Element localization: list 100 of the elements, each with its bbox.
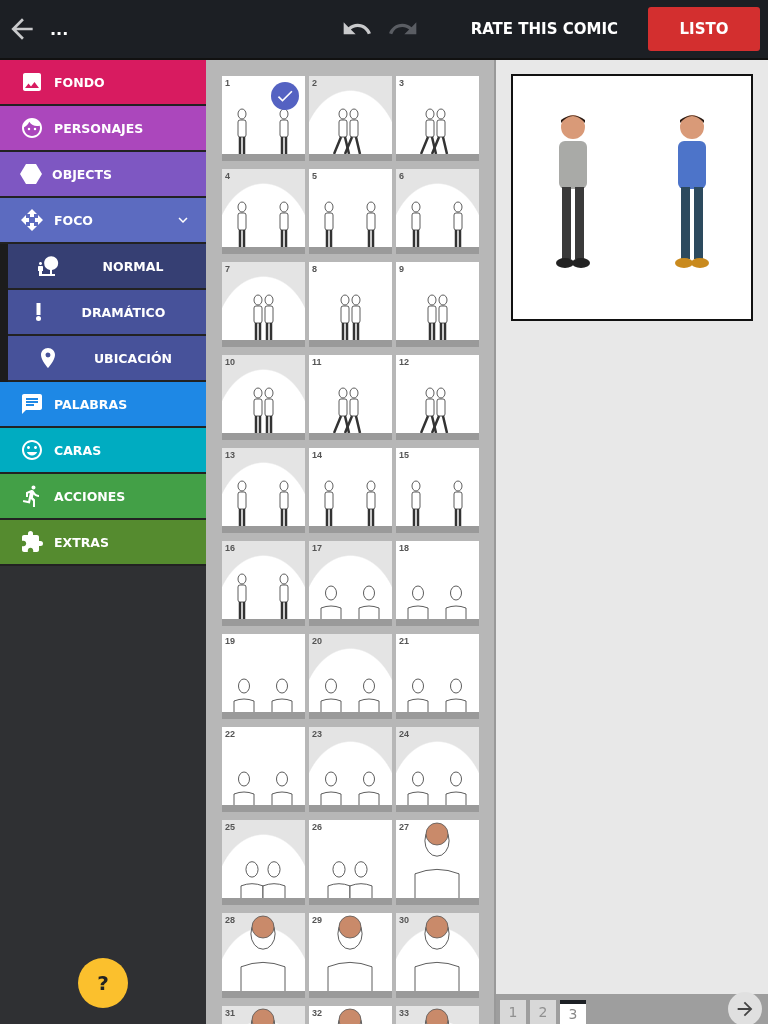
category-item[interactable]: FOCO	[0, 198, 206, 244]
layout-number: 9	[399, 264, 404, 274]
focus-option[interactable]: UBICACIÓN	[8, 336, 206, 382]
focus-option[interactable]: NORMAL	[8, 244, 206, 290]
layout-thumbnail[interactable]: 8	[309, 262, 392, 347]
layout-number: 11	[312, 357, 322, 367]
layout-number: 27	[399, 822, 409, 832]
face-icon	[20, 116, 44, 140]
layout-thumbnail[interactable]: 2	[309, 76, 392, 161]
layout-thumbnail[interactable]: 1	[222, 76, 305, 161]
figures-drawing	[237, 108, 289, 154]
layout-thumbnail[interactable]: 15	[396, 448, 479, 533]
layout-thumbnail[interactable]: 20	[309, 634, 392, 719]
layout-thumbnail[interactable]: 18	[396, 541, 479, 626]
figures-drawing	[333, 108, 362, 154]
figures-drawing	[320, 585, 380, 619]
layout-number: 21	[399, 636, 409, 646]
category-item[interactable]: PERSONAJES	[0, 106, 206, 152]
layout-thumbnail[interactable]: 27	[396, 820, 479, 905]
layout-number: 31	[225, 1008, 235, 1018]
layout-number: 29	[312, 915, 322, 925]
next-button[interactable]	[728, 992, 762, 1024]
category-item[interactable]: EXTRAS	[0, 520, 206, 566]
layout-thumbnail[interactable]: 16	[222, 541, 305, 626]
category-item[interactable]: PALABRAS	[0, 382, 206, 428]
layout-thumbnail[interactable]: 12	[396, 355, 479, 440]
layout-thumbnail[interactable]: 33	[396, 1006, 479, 1024]
figures-drawing	[237, 573, 289, 619]
layout-thumbnail[interactable]: 25	[222, 820, 305, 905]
figures-drawing	[237, 480, 289, 526]
layout-thumbnail[interactable]: 6	[396, 169, 479, 254]
layout-thumbnail[interactable]: 3	[396, 76, 479, 161]
layout-thumbnail[interactable]: 32	[309, 1006, 392, 1024]
figures-drawing	[324, 480, 376, 526]
layout-thumbnail[interactable]: 21	[396, 634, 479, 719]
focus-option[interactable]: DRAMÁTICO	[8, 290, 206, 336]
layout-number: 4	[225, 171, 230, 181]
layout-number: 17	[312, 543, 322, 553]
layout-number: 12	[399, 357, 409, 367]
layout-number: 18	[399, 543, 409, 553]
layout-number: 22	[225, 729, 235, 739]
move-icon	[20, 208, 44, 232]
puzzle-piece-icon	[20, 530, 44, 554]
layout-number: 13	[225, 450, 235, 460]
layout-thumbnail[interactable]: 9	[396, 262, 479, 347]
layout-number: 14	[312, 450, 322, 460]
category-item[interactable]: FONDO	[0, 60, 206, 106]
layout-thumbnail[interactable]: 11	[309, 355, 392, 440]
layout-number: 16	[225, 543, 235, 553]
figures-drawing	[411, 480, 463, 526]
layout-number: 20	[312, 636, 322, 646]
person-tree-icon	[36, 254, 60, 278]
figures-drawing	[253, 387, 274, 433]
layout-thumbnail[interactable]: 5	[309, 169, 392, 254]
layout-thumbnail[interactable]: 13	[222, 448, 305, 533]
layout-number: 15	[399, 450, 409, 460]
category-item[interactable]: ACCIONES	[0, 474, 206, 520]
layout-thumbnail[interactable]: 24	[396, 727, 479, 812]
layout-number: 2	[312, 78, 317, 88]
layout-number: 30	[399, 915, 409, 925]
exclamation-icon	[36, 303, 41, 321]
figures-drawing	[407, 585, 467, 619]
layout-number: 1	[225, 78, 230, 88]
layout-thumbnail[interactable]: 28	[222, 913, 305, 998]
figures-drawing	[253, 294, 274, 340]
layout-thumbnail[interactable]: 4	[222, 169, 305, 254]
figures-drawing	[240, 861, 286, 898]
page-tab[interactable]: 3	[560, 1000, 586, 1024]
layout-thumbnail[interactable]: 14	[309, 448, 392, 533]
category-item[interactable]: OBJECTS	[0, 152, 206, 198]
layout-thumbnail[interactable]: 26	[309, 820, 392, 905]
layout-number: 19	[225, 636, 235, 646]
layout-number: 7	[225, 264, 230, 274]
hexagon-icon	[20, 164, 42, 184]
layout-thumbnail[interactable]: 7	[222, 262, 305, 347]
layout-thumbnail[interactable]: 10	[222, 355, 305, 440]
figures-drawing	[320, 678, 380, 712]
done-button[interactable]: LISTO	[648, 7, 760, 51]
figures-drawing	[407, 678, 467, 712]
layout-thumbnail[interactable]: 30	[396, 913, 479, 998]
figures-drawing	[407, 771, 467, 805]
help-button[interactable]: ?	[78, 958, 128, 1008]
image-icon	[20, 70, 44, 94]
rate-comic-link[interactable]: RATE THIS COMIC	[470, 20, 618, 38]
layout-number: 23	[312, 729, 322, 739]
figures-drawing	[233, 771, 293, 805]
layout-thumbnail[interactable]: 19	[222, 634, 305, 719]
figures-drawing	[233, 678, 293, 712]
figures-drawing	[340, 294, 361, 340]
figures-drawing	[411, 201, 463, 247]
layout-thumbnail[interactable]: 22	[222, 727, 305, 812]
figures-drawing	[237, 201, 289, 247]
layout-thumbnail[interactable]: 17	[309, 541, 392, 626]
figures-drawing	[333, 387, 362, 433]
layout-number: 33	[399, 1008, 409, 1018]
layout-number: 24	[399, 729, 409, 739]
layout-thumbnail[interactable]: 23	[309, 727, 392, 812]
figures-drawing	[420, 108, 449, 154]
layout-thumbnail[interactable]: 31	[222, 1006, 305, 1024]
layout-thumbnail[interactable]: 29	[309, 913, 392, 998]
